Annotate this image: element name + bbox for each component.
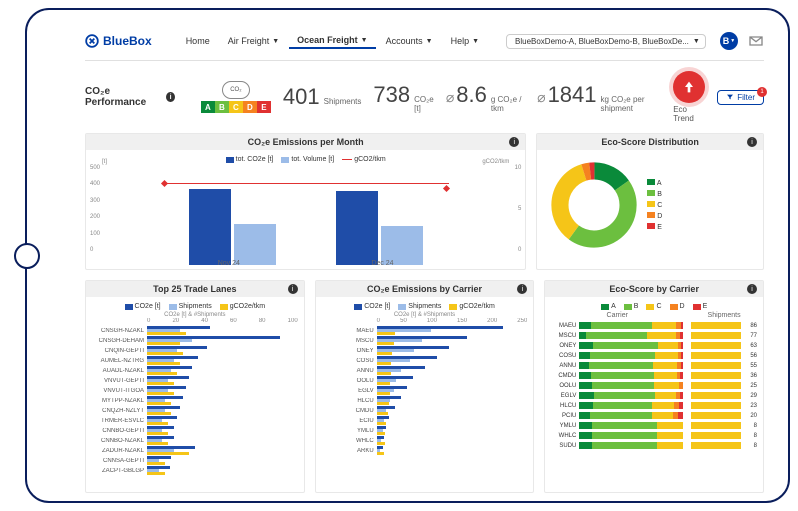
bar-row: YMLU bbox=[322, 426, 528, 435]
account-selector-text: BlueBoxDemo-A, BlueBoxDemo-B, BlueBoxDe.… bbox=[515, 37, 689, 46]
bar-row: TRMER-ESVLC bbox=[92, 416, 298, 425]
trend-up-icon bbox=[673, 71, 705, 103]
bar-row: ARKU bbox=[322, 446, 528, 455]
bar-row: ECIU bbox=[322, 416, 528, 425]
row-1: CO₂e Emissions per Month i tot. CO2e [t] … bbox=[85, 133, 764, 270]
metric-co2e: 738 CO₂e [t] bbox=[373, 82, 433, 113]
diameter-icon: ⌀ bbox=[446, 89, 454, 106]
panel-title: Eco-Score by Carrier bbox=[609, 284, 699, 294]
nav-home[interactable]: Home bbox=[178, 33, 218, 49]
chevron-down-icon: ▼ bbox=[272, 38, 279, 45]
chart-emissions-carrier: 050100150200250MAEUMSCUONEYCOSUANNUOOLUE… bbox=[322, 318, 528, 488]
logo-text: BlueBox bbox=[103, 34, 152, 48]
chevron-down-icon: ▼ bbox=[693, 38, 700, 45]
info-icon[interactable]: i bbox=[509, 137, 519, 147]
nav-help[interactable]: Help▼ bbox=[443, 33, 487, 49]
account-selector[interactable]: BlueBoxDemo-A, BlueBoxDemo-B, BlueBoxDe.… bbox=[506, 34, 706, 49]
bar-row: CMDU bbox=[322, 406, 528, 415]
panel-emissions-carrier: CO₂e Emissions by Carrieri CO2e [t]Shipm… bbox=[315, 280, 535, 493]
info-icon[interactable]: i bbox=[517, 284, 527, 294]
tablet-home-button[interactable] bbox=[14, 243, 40, 269]
bar-row: EGLV bbox=[322, 386, 528, 395]
panel-title: Top 25 Trade Lanes bbox=[153, 284, 236, 294]
bar-row: HLCU bbox=[322, 396, 528, 405]
chevron-down-icon: ▼ bbox=[472, 38, 479, 45]
panel-trade-lanes: Top 25 Trade Lanesi CO2e [t]ShipmentsgCO… bbox=[85, 280, 305, 493]
chart-emissions-month: [t] gCO2/tkm 5004003002001000 1050 Nov 2… bbox=[92, 165, 519, 265]
chevron-down-icon: ▼ bbox=[361, 37, 368, 44]
filter-button[interactable]: Filter 1 bbox=[717, 90, 764, 105]
metric-shipments: 401 Shipments bbox=[283, 84, 362, 110]
diameter-icon: ⌀ bbox=[537, 89, 545, 106]
info-icon[interactable]: i bbox=[747, 137, 757, 147]
bar-row: COSU bbox=[322, 356, 528, 365]
eco-trend: Eco Trend bbox=[673, 71, 705, 123]
trend-label: Eco Trend bbox=[673, 105, 705, 123]
info-icon[interactable]: i bbox=[166, 92, 175, 102]
metric-gtkm: ⌀ 8.6 g CO₂e / tkm bbox=[446, 82, 525, 113]
bar-row: WHLC bbox=[322, 436, 528, 445]
panel-emissions-month: CO₂e Emissions per Month i tot. CO2e [t] … bbox=[85, 133, 526, 270]
bar-row: VNVUT-GEPTI bbox=[92, 376, 298, 385]
bar-row: MSCU bbox=[322, 336, 528, 345]
divider bbox=[85, 60, 764, 61]
chart-trade-lanes: 020406080100CNSGH-NZAKLCNSGH-DEHAMCNQIN-… bbox=[92, 318, 298, 488]
info-icon[interactable]: i bbox=[288, 284, 298, 294]
panel-title: Eco-Score Distribution bbox=[601, 137, 699, 147]
eco-badge: CO₂ ABCDE bbox=[201, 81, 271, 113]
nav-air-freight[interactable]: Air Freight▼ bbox=[220, 33, 287, 49]
chart-eco-distribution: A B C D E bbox=[543, 154, 757, 256]
chevron-down-icon: ▼ bbox=[426, 38, 433, 45]
bar-row: CNQZH-NZLYT bbox=[92, 406, 298, 415]
bar-row: CNSGH-DEHAM bbox=[92, 336, 298, 345]
bar-row: ZADUR-NZAKL bbox=[92, 446, 298, 455]
eco-grades: ABCDE bbox=[201, 101, 271, 113]
row-2: Top 25 Trade Lanesi CO2e [t]ShipmentsgCO… bbox=[85, 280, 764, 493]
bar-row: CNNSA-GEPTI bbox=[92, 456, 298, 465]
chart-eco-carrier: CarrierMAEUMSCUONEYCOSUANNUCMDUOOLUEGLVH… bbox=[551, 312, 757, 482]
nav-accounts[interactable]: Accounts▼ bbox=[378, 33, 441, 49]
bar-row: MYTPP-NZAKL bbox=[92, 396, 298, 405]
mail-icon[interactable] bbox=[748, 33, 764, 49]
filter-count-badge: 1 bbox=[757, 87, 767, 97]
bar-row: MAEU bbox=[322, 326, 528, 335]
bar-row: OOLU bbox=[322, 376, 528, 385]
nav-ocean-freight[interactable]: Ocean Freight▼ bbox=[289, 33, 375, 49]
metric-per-shipment: ⌀ 1841 kg CO₂e per shipment bbox=[537, 82, 661, 113]
avatar[interactable]: B▼ bbox=[720, 32, 738, 50]
logo: BlueBox bbox=[85, 34, 152, 48]
chevron-down-icon: ▼ bbox=[730, 38, 735, 44]
bar-row: VNVUT-ITGOA bbox=[92, 386, 298, 395]
bar-row: AUMEL-NZTRG bbox=[92, 356, 298, 365]
bar-row: CNNBO-NZAKL bbox=[92, 436, 298, 445]
info-icon[interactable]: i bbox=[747, 284, 757, 294]
bar-row: ANNU bbox=[322, 366, 528, 375]
bar-row: ONEY bbox=[322, 346, 528, 355]
bar-row: AUADL-NZAKL bbox=[92, 366, 298, 375]
filter-icon bbox=[726, 93, 734, 101]
panel-title: CO₂e Emissions per Month bbox=[248, 137, 364, 147]
panel-title: CO₂e Emissions by Carrier bbox=[367, 284, 482, 294]
co2-cloud-icon: CO₂ bbox=[222, 81, 250, 99]
legend: tot. CO2e [t] tot. Volume [t] gCO2/tkm bbox=[92, 156, 519, 163]
bar-row: CNNBO-GEPTI bbox=[92, 426, 298, 435]
bar-row: CNSGH-NZAKL bbox=[92, 326, 298, 335]
performance-summary: CO₂e Performance i CO₂ ABCDE 401 Shipmen… bbox=[85, 67, 764, 133]
bar-row: ZACPT-GBLGP bbox=[92, 466, 298, 475]
topbar: BlueBox Home Air Freight▼ Ocean Freight▼… bbox=[85, 28, 764, 54]
logo-icon bbox=[85, 34, 99, 48]
bar-row: CNQIN-GEPTI bbox=[92, 346, 298, 355]
panel-eco-distribution: Eco-Score Distribution i A B C D E bbox=[536, 133, 764, 270]
main-nav: Home Air Freight▼ Ocean Freight▼ Account… bbox=[178, 33, 487, 49]
page-title: CO₂e Performance i bbox=[85, 86, 175, 108]
panel-eco-carrier: Eco-Score by Carrieri ABCDE CarrierMAEUM… bbox=[544, 280, 764, 493]
